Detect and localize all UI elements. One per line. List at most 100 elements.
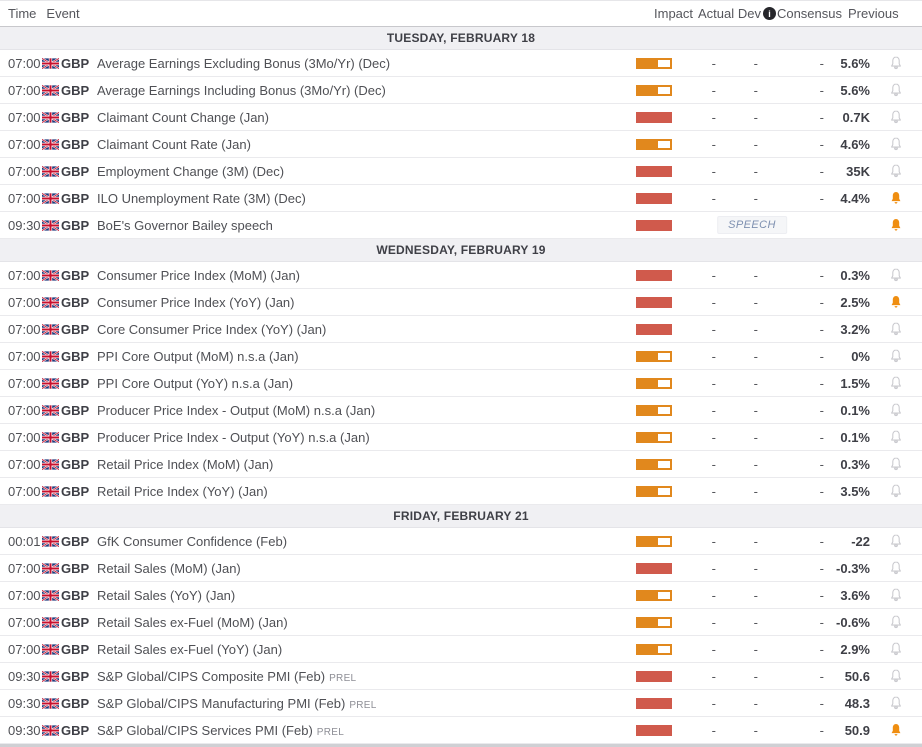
bell-cell xyxy=(870,427,922,447)
event-row[interactable]: 09:30 GBP S&P Global/CIPS Manufacturing … xyxy=(0,690,922,717)
column-header-previous: Previous xyxy=(848,6,899,21)
alert-bell-button[interactable] xyxy=(886,558,906,578)
alert-bell-button[interactable] xyxy=(886,481,906,501)
actual-value: - xyxy=(711,483,716,499)
bell-cell xyxy=(870,531,922,551)
alert-bell-button[interactable] xyxy=(886,693,906,713)
impact-bar xyxy=(636,535,672,547)
alert-bell-button[interactable] xyxy=(886,639,906,659)
alert-bell-button[interactable] xyxy=(886,107,906,127)
actual-value: - xyxy=(711,722,716,738)
event-row[interactable]: 07:00 GBP Claimant Count Rate (Jan) - - … xyxy=(0,131,922,158)
event-row[interactable]: 07:00 GBP Consumer Price Index (MoM) (Ja… xyxy=(0,262,922,289)
event-row[interactable]: 07:00 GBP Retail Sales ex-Fuel (MoM) (Ja… xyxy=(0,609,922,636)
bell-cell xyxy=(870,481,922,501)
alert-bell-button[interactable] xyxy=(886,346,906,366)
impact-bar xyxy=(636,165,672,177)
currency-label: GBP xyxy=(61,429,90,445)
currency-label: GBP xyxy=(61,587,90,603)
event-row[interactable]: 07:00 GBP PPI Core Output (MoM) n.s.a (J… xyxy=(0,343,922,370)
previous-value: 2.5% xyxy=(840,294,870,310)
event-row[interactable]: 07:00 GBP Retail Sales (YoY) (Jan) - - -… xyxy=(0,582,922,609)
currency-label: GBP xyxy=(61,722,90,738)
event-time: 07:00 xyxy=(8,109,41,125)
impact-cell xyxy=(636,269,680,281)
event-time: 09:30 xyxy=(8,668,41,684)
values-group: - - - xyxy=(680,430,824,445)
event-row[interactable]: 09:30 GBP S&P Global/CIPS Composite PMI … xyxy=(0,663,922,690)
impact-bar-fill xyxy=(638,406,659,414)
uk-flag-icon xyxy=(42,138,61,150)
event-title: Retail Sales (YoY) (Jan) xyxy=(97,587,236,603)
event-row[interactable]: 07:00 GBP Retail Price Index (MoM) (Jan)… xyxy=(0,451,922,478)
event-title: Claimant Count Rate (Jan) xyxy=(97,136,251,152)
currency-label: GBP xyxy=(61,190,90,206)
alert-bell-button[interactable] xyxy=(886,134,906,154)
event-row[interactable]: 07:00 GBP Average Earnings Including Bon… xyxy=(0,77,922,104)
event-row[interactable]: 00:01 GBP GfK Consumer Confidence (Feb) … xyxy=(0,528,922,555)
event-time: 07:00 xyxy=(8,82,41,98)
alert-bell-button[interactable] xyxy=(886,585,906,605)
alert-bell-button[interactable] xyxy=(886,720,906,740)
alert-bell-button[interactable] xyxy=(886,188,906,208)
previous-value: 0.1% xyxy=(840,402,870,418)
alert-bell-button[interactable] xyxy=(886,292,906,312)
impact-bar xyxy=(636,643,672,655)
impact-bar-fill xyxy=(638,618,659,626)
bell-cell xyxy=(870,639,922,659)
impact-bar-fill xyxy=(638,86,659,94)
currency-label: GBP xyxy=(61,641,90,657)
alert-bell-button[interactable] xyxy=(886,80,906,100)
uk-flag-icon xyxy=(42,165,61,177)
alert-bell-button[interactable] xyxy=(886,53,906,73)
currency-label: GBP xyxy=(61,82,90,98)
event-row[interactable]: 07:00 GBP PPI Core Output (YoY) n.s.a (J… xyxy=(0,370,922,397)
values-group: - - - xyxy=(680,723,824,738)
currency-label: GBP xyxy=(61,348,90,364)
event-name: Employment Change (3M) (Dec) xyxy=(94,164,636,179)
event-row[interactable]: 07:00 GBP Retail Sales (MoM) (Jan) - - -… xyxy=(0,555,922,582)
event-title: PPI Core Output (MoM) n.s.a (Jan) xyxy=(97,348,299,364)
impact-cell xyxy=(636,589,680,601)
alert-bell-button[interactable] xyxy=(886,427,906,447)
alert-bell-button[interactable] xyxy=(886,612,906,632)
alert-bell-button[interactable] xyxy=(886,161,906,181)
alert-bell-button[interactable] xyxy=(886,265,906,285)
event-name: S&P Global/CIPS Services PMI (Feb) PREL xyxy=(94,723,636,738)
uk-flag-icon xyxy=(42,192,61,204)
dev-info-icon[interactable]: i xyxy=(763,7,776,20)
event-row[interactable]: 07:00 GBP Employment Change (3M) (Dec) -… xyxy=(0,158,922,185)
alert-bell-button[interactable] xyxy=(886,454,906,474)
event-row[interactable]: 07:00 GBP Average Earnings Excluding Bon… xyxy=(0,50,922,77)
event-row[interactable]: 07:00 GBP Producer Price Index - Output … xyxy=(0,397,922,424)
event-row[interactable]: 09:30 GBP S&P Global/CIPS Services PMI (… xyxy=(0,717,922,744)
event-time: 07:00 xyxy=(8,348,41,364)
alert-bell-button[interactable] xyxy=(886,373,906,393)
alert-bell-button[interactable] xyxy=(886,215,906,235)
values-group: - - - xyxy=(680,268,824,283)
event-row[interactable]: 07:00 GBP Consumer Price Index (YoY) (Ja… xyxy=(0,289,922,316)
event-row[interactable]: 07:00 GBP Retail Price Index (YoY) (Jan)… xyxy=(0,478,922,505)
event-row[interactable]: 07:00 GBP Claimant Count Change (Jan) - … xyxy=(0,104,922,131)
actual-value: - xyxy=(711,614,716,630)
alert-bell-button[interactable] xyxy=(886,319,906,339)
event-name: Producer Price Index - Output (YoY) n.s.… xyxy=(94,430,636,445)
event-row[interactable]: 07:00 GBP ILO Unemployment Rate (3M) (De… xyxy=(0,185,922,212)
previous-value: 0% xyxy=(851,348,870,364)
alert-bell-button[interactable] xyxy=(886,400,906,420)
values-group: - - - xyxy=(680,642,824,657)
event-row[interactable]: 07:00 GBP Retail Sales ex-Fuel (YoY) (Ja… xyxy=(0,636,922,663)
uk-flag-icon xyxy=(42,269,61,281)
uk-flag-icon xyxy=(42,377,61,389)
event-title: Retail Price Index (YoY) (Jan) xyxy=(97,483,268,499)
actual-value: - xyxy=(711,136,716,152)
event-row[interactable]: 07:00 GBP Producer Price Index - Output … xyxy=(0,424,922,451)
values-group: - - - xyxy=(680,322,824,337)
event-row[interactable]: 09:30 GBP BoE's Governor Bailey speech S… xyxy=(0,212,922,239)
previous-value: 50.9 xyxy=(844,722,870,738)
deviation-value: - xyxy=(753,533,758,549)
alert-bell-button[interactable] xyxy=(886,666,906,686)
event-row[interactable]: 07:00 GBP Core Consumer Price Index (YoY… xyxy=(0,316,922,343)
alert-bell-button[interactable] xyxy=(886,531,906,551)
previous-value: -0.3% xyxy=(836,560,870,576)
